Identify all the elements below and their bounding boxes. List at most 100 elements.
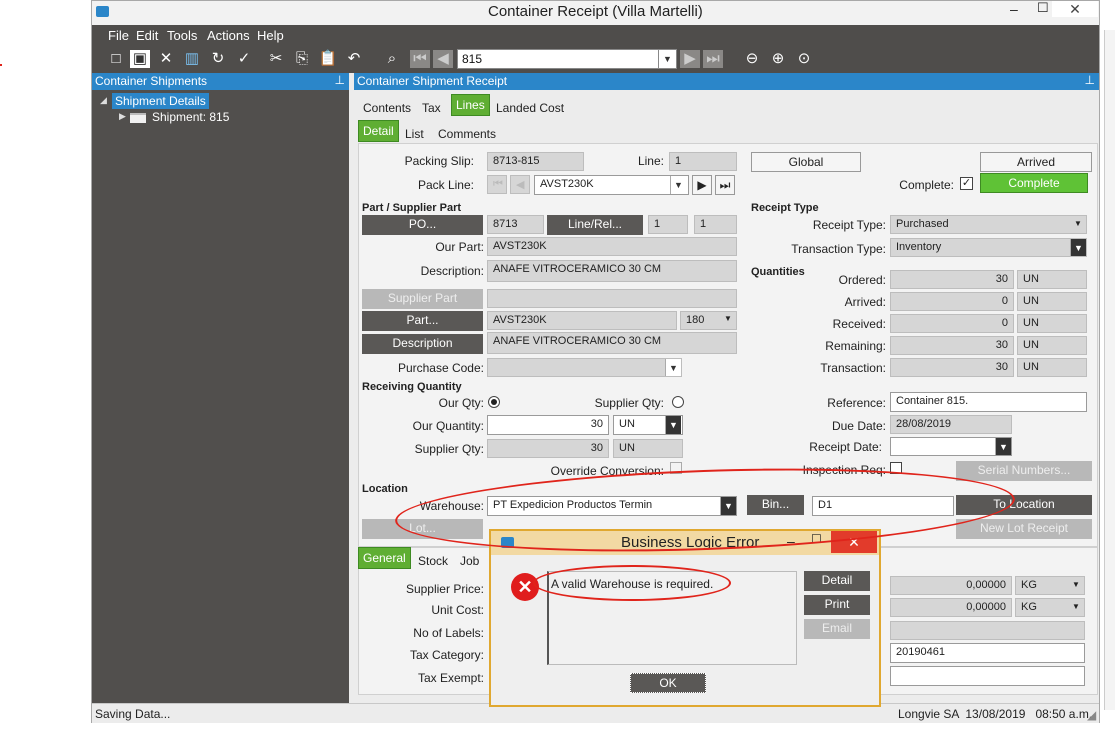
po-field[interactable]: 8713 [487, 215, 544, 234]
maximize-icon[interactable]: ☐ [1037, 0, 1049, 16]
supplier-qty-radio[interactable] [672, 396, 684, 408]
complete-button[interactable]: Complete [980, 173, 1088, 193]
serial-numbers-button[interactable]: Serial Numbers... [956, 461, 1092, 481]
menu-tools[interactable]: Tools [167, 28, 197, 43]
pin-icon[interactable]: ⊥ [335, 73, 345, 87]
chevron-down-icon[interactable]: ▼ [665, 359, 681, 376]
prev-line-icon[interactable]: ◀ [510, 175, 530, 194]
tab-tax[interactable]: Tax [418, 98, 445, 118]
supplier-qty-uom[interactable]: UN [613, 439, 683, 458]
subtab-comments[interactable]: Comments [434, 124, 500, 144]
extra-input[interactable] [890, 666, 1085, 686]
last-line-icon[interactable]: ⏭ [715, 175, 735, 195]
qty-uom-ordered[interactable]: UN [1017, 270, 1087, 289]
tab-stock[interactable]: Stock [414, 551, 452, 571]
line-field[interactable]: 1 [669, 152, 737, 171]
menu-file[interactable]: File [108, 28, 129, 43]
line-rel-line-field[interactable]: 1 [648, 215, 688, 234]
next-record-icon[interactable]: ▶ [680, 50, 700, 68]
part-field[interactable]: AVST230K [487, 311, 677, 330]
home-icon[interactable]: ⊙ [794, 50, 814, 68]
supplier-part-field[interactable] [487, 289, 737, 308]
refresh-icon[interactable]: ↻ [208, 50, 228, 68]
packing-slip-field[interactable]: 8713-815 [487, 152, 584, 171]
menu-actions[interactable]: Actions [207, 28, 250, 43]
global-button[interactable]: Global [751, 152, 861, 172]
print-button[interactable]: Print [804, 595, 870, 615]
forward-icon[interactable]: ⊕ [768, 50, 788, 68]
subtab-list[interactable]: List [401, 124, 428, 144]
complete-checkbox[interactable]: ✓ [960, 177, 973, 190]
new-icon[interactable]: □ [106, 50, 126, 68]
arrived-button[interactable]: Arrived [980, 152, 1092, 172]
minimize-icon[interactable]: – [1010, 1, 1018, 17]
tree-arrow-icon[interactable]: ▶ [119, 111, 126, 122]
attach-icon[interactable]: ▥ [182, 50, 202, 68]
our-part-field[interactable]: AVST230K [487, 237, 737, 256]
pin-icon[interactable]: ⊥ [1085, 73, 1095, 87]
qty-value-remaining[interactable]: 30 [890, 336, 1014, 355]
supplier-part-button[interactable]: Supplier Part [362, 289, 483, 309]
search-icon[interactable]: ⌕ [382, 50, 402, 68]
purchase-code-field[interactable] [487, 358, 682, 377]
tree-child[interactable]: Shipment: 815 [152, 110, 229, 124]
close-button[interactable]: ✕ [1052, 1, 1098, 17]
record-nav-input[interactable]: 815 [457, 49, 677, 69]
code-input[interactable]: 20190461 [890, 643, 1085, 663]
email-button[interactable]: Email [804, 619, 870, 639]
ok-button[interactable]: OK [630, 673, 706, 693]
description-button[interactable]: Description [362, 334, 483, 354]
description-field-2[interactable]: ANAFE VITROCERAMICO 30 CM [487, 332, 737, 354]
qty-uom-remaining[interactable]: UN [1017, 336, 1087, 355]
line-rel-button[interactable]: Line/Rel... [547, 215, 643, 235]
qty-uom-transaction[interactable]: UN [1017, 358, 1087, 377]
tree-expand-icon[interactable]: ◢ [100, 95, 107, 106]
paste-icon[interactable]: 📋 [318, 50, 338, 68]
resize-grip-icon[interactable]: ◢ [1087, 708, 1096, 722]
subtab-detail[interactable]: Detail [358, 120, 399, 142]
prev-record-icon[interactable]: ◀ [433, 50, 453, 68]
copy-icon[interactable]: ⎘ [292, 50, 312, 68]
chevron-down-icon[interactable]: ▼ [724, 314, 732, 323]
chevron-down-icon[interactable]: ▼ [1072, 580, 1080, 589]
tab-landed-cost[interactable]: Landed Cost [492, 98, 568, 118]
first-line-icon[interactable]: ⏮ [487, 175, 507, 194]
qty-uom-received[interactable]: UN [1017, 314, 1087, 333]
qty-value-transaction[interactable]: 30 [890, 358, 1014, 377]
our-quantity-input[interactable]: 30 [487, 415, 609, 435]
receipt-type-field[interactable]: Purchased [890, 215, 1087, 234]
delete-icon[interactable]: ✕ [156, 50, 176, 68]
menu-help[interactable]: Help [257, 28, 284, 43]
part-button[interactable]: Part... [362, 311, 483, 331]
chevron-down-icon[interactable]: ▼ [665, 416, 681, 434]
next-line-icon[interactable]: ▶ [692, 175, 712, 195]
line-rel-rel-field[interactable]: 1 [694, 215, 737, 234]
detail-button[interactable]: Detail [804, 571, 870, 591]
chevron-down-icon[interactable]: ▼ [995, 438, 1011, 455]
qty-value-arrived[interactable]: 0 [890, 292, 1014, 311]
qty-value-received[interactable]: 0 [890, 314, 1014, 333]
tree-root[interactable]: Shipment Details [112, 93, 209, 109]
empty-field[interactable] [890, 621, 1085, 640]
tab-general[interactable]: General [358, 547, 411, 569]
po-button[interactable]: PO... [362, 215, 483, 235]
qty-uom-arrived[interactable]: UN [1017, 292, 1087, 311]
cut-icon[interactable]: ✂ [266, 50, 286, 68]
due-date-field[interactable]: 28/08/2019 [890, 415, 1012, 434]
back-icon[interactable]: ⊖ [742, 50, 762, 68]
qty-value-ordered[interactable]: 30 [890, 270, 1014, 289]
undo-icon[interactable]: ↶ [344, 50, 364, 68]
price-field-1[interactable]: 0,00000 [890, 576, 1012, 595]
reference-input[interactable]: Container 815. [890, 392, 1087, 412]
price-field-2[interactable]: 0,00000 [890, 598, 1012, 617]
chevron-down-icon[interactable]: ▼ [1070, 239, 1086, 256]
chevron-down-icon[interactable]: ▼ [1074, 219, 1082, 228]
first-record-icon[interactable]: ⏮ [410, 50, 430, 68]
new-lot-receipt-button[interactable]: New Lot Receipt [956, 519, 1092, 539]
clear-icon[interactable]: ✓ [234, 50, 254, 68]
our-qty-radio[interactable] [488, 396, 500, 408]
description-field[interactable]: ANAFE VITROCERAMICO 30 CM [487, 260, 737, 282]
tab-contents[interactable]: Contents [359, 98, 415, 118]
menu-edit[interactable]: Edit [136, 28, 158, 43]
chevron-down-icon[interactable]: ▼ [1072, 602, 1080, 611]
